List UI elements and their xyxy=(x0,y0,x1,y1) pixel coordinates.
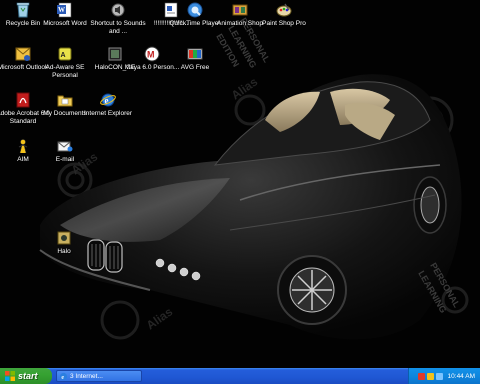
svg-text:e: e xyxy=(61,374,64,380)
internet-explorer-icon: e xyxy=(59,372,68,380)
network-tray-icon[interactable] xyxy=(435,372,443,380)
halo-shortcut[interactable]: Halo xyxy=(33,230,95,274)
avg-tray-icon[interactable] xyxy=(426,372,434,380)
icon-label: Halo xyxy=(57,248,71,255)
paint-shop-pro-shortcut[interactable]: Paint Shop Pro xyxy=(253,2,315,46)
recycle-bin-icon xyxy=(15,2,31,18)
taskbar: start e 3 Internet... 10:44 AM xyxy=(0,368,480,384)
sounds-shortcut-icon xyxy=(110,2,126,18)
halo-game-icon xyxy=(56,230,72,246)
svg-text:W: W xyxy=(58,6,65,14)
email-shortcut[interactable]: E-mail xyxy=(34,138,96,182)
svg-text:M: M xyxy=(147,50,155,60)
desktop[interactable]: Alias Alias Alias Maya Alias xyxy=(0,0,480,368)
taskbar-button-internet[interactable]: e 3 Internet... xyxy=(56,370,142,382)
start-button[interactable]: start xyxy=(0,368,52,384)
svg-text:Alias: Alias xyxy=(144,304,176,332)
avg-icon xyxy=(187,46,203,62)
paint-shop-pro-icon xyxy=(276,2,292,18)
svg-text:A: A xyxy=(61,52,66,59)
internet-explorer-shortcut[interactable]: e Internet Explorer xyxy=(77,92,139,136)
my-documents-icon xyxy=(57,92,73,108)
windows-logo-icon xyxy=(5,371,15,381)
internet-explorer-icon: e xyxy=(100,92,116,108)
clock[interactable]: 10:44 AM xyxy=(448,373,475,380)
avg-free-shortcut[interactable]: AVG Free xyxy=(164,46,226,90)
icon-label: Paint Shop Pro xyxy=(262,20,306,27)
start-label: start xyxy=(18,371,38,381)
email-icon xyxy=(57,138,73,154)
icon-label: AVG Free xyxy=(180,64,210,71)
icon-label: E-mail xyxy=(55,156,75,163)
aim-icon xyxy=(15,138,31,154)
quicktime-icon xyxy=(187,2,203,18)
security-tray-icon[interactable] xyxy=(417,372,425,380)
word-icon: W xyxy=(57,2,73,18)
acrobat-icon xyxy=(15,92,31,108)
animation-shop-icon xyxy=(232,2,248,18)
icon-label: Internet Explorer xyxy=(83,110,133,117)
maya-icon: M xyxy=(144,46,160,62)
system-tray: 10:44 AM xyxy=(408,368,480,384)
ad-aware-icon: A xyxy=(57,46,73,62)
outlook-icon xyxy=(15,46,31,62)
task-button-label: 3 Internet... xyxy=(70,372,103,380)
